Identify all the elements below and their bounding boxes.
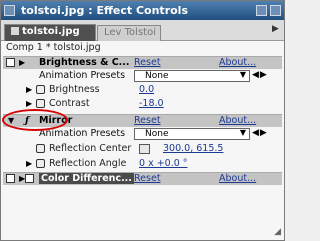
empty-panel-area: ◢	[2, 185, 284, 240]
property-label: Reflection Angle	[49, 158, 127, 169]
window-title: tolstoi.jpg : Effect Controls	[21, 4, 188, 17]
stopwatch-icon[interactable]	[36, 144, 45, 153]
property-label: Reflection Center	[49, 143, 132, 154]
effect-enable-checkbox[interactable]	[6, 58, 15, 67]
presets-label: Animation Presets	[39, 128, 126, 139]
property-value[interactable]: 0.0	[139, 84, 154, 95]
effect-name: Brightness & C...	[39, 57, 130, 68]
about-link[interactable]: About...	[219, 115, 256, 126]
property-row: ▶ Reflection Angle 0 x +0.0 °	[3, 158, 282, 171]
property-row: ▶ Brightness 0.0	[3, 84, 282, 97]
stopwatch-icon[interactable]	[36, 159, 45, 168]
reset-link[interactable]: Reset	[134, 57, 161, 68]
tab-close-icon[interactable]	[11, 27, 19, 35]
expand-triangle-icon[interactable]: ▶	[26, 99, 32, 108]
presets-value: None	[145, 71, 169, 81]
tab-lev-tolstoi[interactable]: Lev Tolstoi	[97, 25, 161, 41]
property-label: Brightness	[49, 84, 100, 95]
property-value[interactable]: 0 x +0.0 °	[139, 158, 188, 169]
effect-name: Color Differenc...	[39, 173, 134, 184]
presets-label: Animation Presets	[39, 70, 126, 81]
tab-label: tolstoi.jpg	[22, 26, 80, 37]
tab-bar: tolstoi.jpg Lev Tolstoi ▶	[1, 20, 284, 41]
expand-triangle-icon[interactable]: ▶	[19, 58, 25, 67]
reset-link[interactable]: Reset	[134, 173, 161, 184]
tab-tolstoi-jpg[interactable]: tolstoi.jpg	[4, 24, 96, 41]
effect-row-color-difference[interactable]: ▶ Color Differenc... Reset About...	[3, 172, 282, 185]
effect-enable-checkbox[interactable]	[6, 174, 15, 183]
preset-nav-buttons[interactable]: ◀▶	[252, 128, 268, 138]
tab-label: Lev Tolstoi	[104, 27, 156, 38]
property-value[interactable]: -18.0	[139, 98, 164, 109]
panel-menu-icon[interactable]: ▶	[272, 24, 279, 34]
crosshair-icon[interactable]	[139, 144, 150, 154]
reset-link[interactable]: Reset	[134, 115, 161, 126]
presets-value: None	[145, 129, 169, 139]
presets-select[interactable]: None ▼	[134, 70, 250, 82]
stopwatch-icon[interactable]	[36, 99, 45, 108]
property-row: Reflection Center 300.0, 615.5	[3, 143, 282, 156]
stopwatch-icon[interactable]	[36, 85, 45, 94]
effect-controls-window: tolstoi.jpg : Effect Controls tolstoi.jp…	[0, 0, 285, 241]
effect-checkbox[interactable]	[25, 174, 34, 183]
title-bar[interactable]: tolstoi.jpg : Effect Controls	[1, 1, 284, 20]
presets-select[interactable]: None ▼	[134, 128, 250, 140]
expand-triangle-icon[interactable]: ▶	[26, 85, 32, 94]
close-icon[interactable]	[4, 5, 15, 16]
dropdown-arrow-icon: ▼	[239, 70, 246, 79]
comp-label: Comp 1 * tolstoi.jpg	[6, 42, 101, 53]
property-label: Contrast	[49, 98, 90, 109]
about-link[interactable]: About...	[219, 57, 256, 68]
property-value[interactable]: 300.0, 615.5	[163, 143, 223, 154]
effect-row-brightness-contrast[interactable]: ▶ Brightness & C... Reset About...	[3, 56, 282, 69]
resize-grip-icon[interactable]: ◢	[274, 227, 281, 237]
preset-nav-buttons[interactable]: ◀▶	[252, 70, 268, 80]
zoom-icon[interactable]	[270, 5, 281, 16]
highlight-circle	[2, 109, 68, 131]
expand-triangle-icon[interactable]: ▶	[26, 159, 32, 168]
dropdown-arrow-icon: ▼	[239, 128, 246, 137]
minimize-icon[interactable]	[256, 5, 267, 16]
about-link[interactable]: About...	[219, 173, 256, 184]
animation-presets-row: Animation Presets None ▼ ◀▶	[3, 70, 282, 83]
